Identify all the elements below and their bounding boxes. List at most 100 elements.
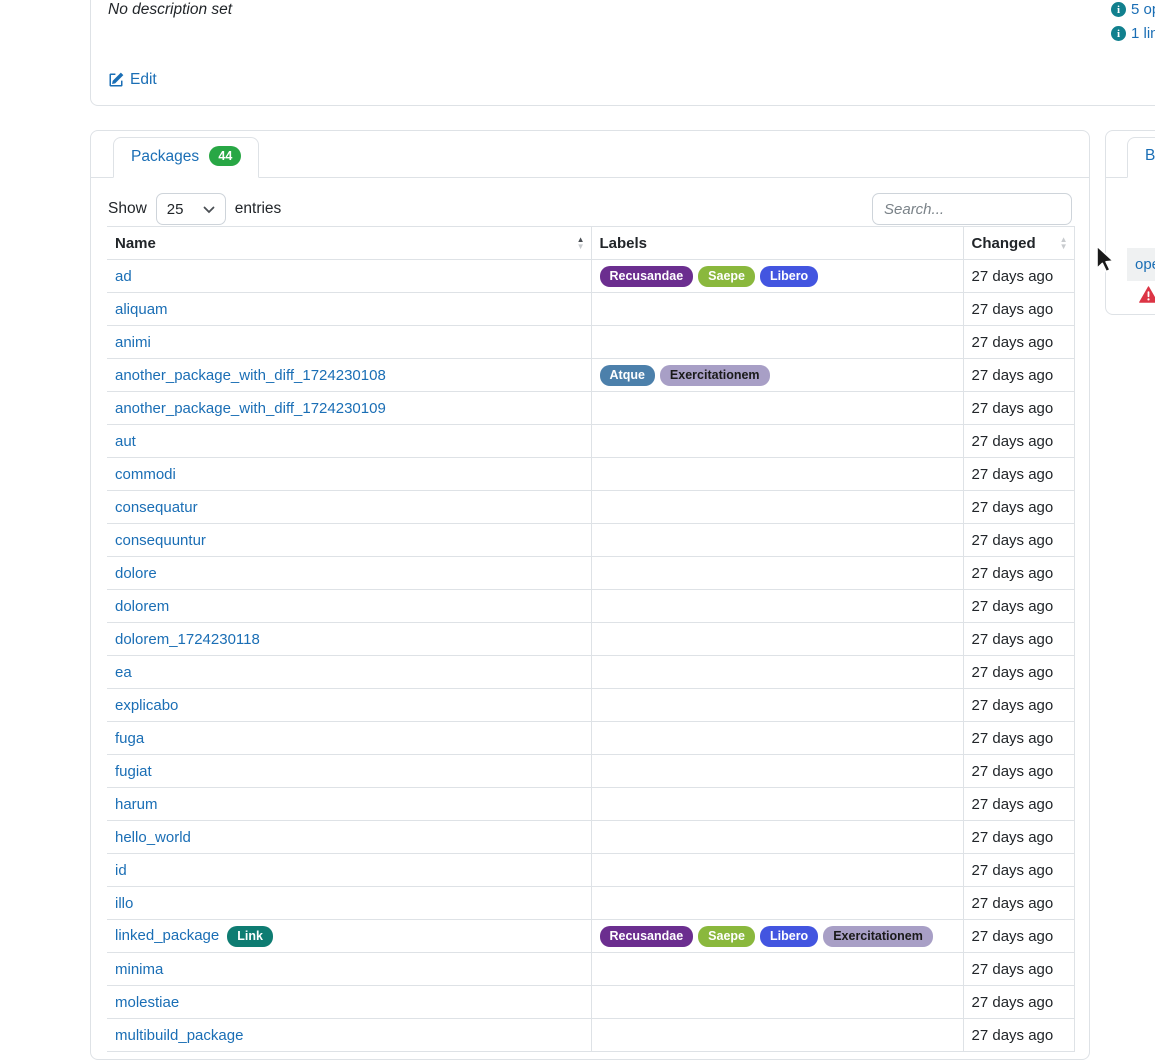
name-cell: linked_package Link	[107, 920, 591, 953]
changed-cell: 27 days ago	[963, 524, 1074, 557]
package-link[interactable]: minima	[115, 961, 163, 978]
entries-label: entries	[235, 200, 282, 218]
column-header-name[interactable]: Name ▲▼	[107, 227, 591, 260]
chevron-down-icon	[203, 201, 215, 218]
name-cell: molestiae	[107, 986, 591, 1019]
label-badge: Saepe	[698, 266, 755, 287]
changed-cell: 27 days ago	[963, 293, 1074, 326]
table-row: another_package_with_diff_1724230108 Atq…	[107, 359, 1074, 392]
label-badge: Saepe	[698, 926, 755, 947]
labels-cell	[591, 986, 963, 1019]
package-link[interactable]: fuga	[115, 730, 144, 747]
name-cell: ea	[107, 656, 591, 689]
changed-cell: 27 days ago	[963, 260, 1074, 293]
edit-link[interactable]: Edit	[108, 71, 157, 89]
changed-cell: 27 days ago	[963, 392, 1074, 425]
table-row: id 27 days ago	[107, 854, 1074, 887]
package-link[interactable]: harum	[115, 796, 158, 813]
name-cell: animi	[107, 326, 591, 359]
package-link[interactable]: linked_package	[115, 927, 219, 944]
package-link[interactable]: explicabo	[115, 697, 178, 714]
info-circle-icon: i	[1111, 26, 1126, 41]
package-link[interactable]: id	[115, 862, 127, 879]
tab-build-results-label: Bu	[1145, 147, 1155, 164]
tab-build-results[interactable]: Bu	[1127, 137, 1155, 178]
package-link[interactable]: commodi	[115, 466, 176, 483]
packages-tabs-row: Packages 44	[91, 137, 1089, 178]
table-length-controls: Show 25 entries	[108, 193, 281, 225]
name-cell: minima	[107, 953, 591, 986]
package-link[interactable]: hello_world	[115, 829, 191, 846]
package-link[interactable]: aliquam	[115, 301, 168, 318]
labels-cell	[591, 788, 963, 821]
label-badge: Exercitationem	[660, 365, 770, 386]
label-badge: Atque	[600, 365, 655, 386]
label-badge: Libero	[760, 926, 818, 947]
column-header-changed[interactable]: Changed ▲▼	[963, 227, 1074, 260]
labels-cell	[591, 326, 963, 359]
name-cell: hello_world	[107, 821, 591, 854]
table-row: dolorem 27 days ago	[107, 590, 1074, 623]
labels-cell	[591, 755, 963, 788]
labels-cell: RecusandaeSaepeLiberoExercitationem	[591, 920, 963, 953]
package-link[interactable]: another_package_with_diff_1724230108	[115, 367, 386, 384]
package-link[interactable]: consequuntur	[115, 532, 206, 549]
package-link[interactable]: ad	[115, 268, 132, 285]
column-header-changed-label: Changed	[972, 235, 1036, 252]
changed-cell: 27 days ago	[963, 623, 1074, 656]
repository-link[interactable]: ope	[1135, 256, 1155, 273]
table-row: linked_package Link RecusandaeSaepeLibero…	[107, 920, 1074, 953]
table-row: commodi 27 days ago	[107, 458, 1074, 491]
labels-cell	[591, 623, 963, 656]
name-cell: illo	[107, 887, 591, 920]
labels-cell	[591, 722, 963, 755]
changed-cell: 27 days ago	[963, 854, 1074, 887]
name-cell: ad	[107, 260, 591, 293]
table-row: fugiat 27 days ago	[107, 755, 1074, 788]
package-link[interactable]: consequatur	[115, 499, 198, 516]
warning-triangle-icon[interactable]	[1139, 286, 1155, 303]
changed-cell: 27 days ago	[963, 326, 1074, 359]
open-requests-link[interactable]: 5 op	[1131, 1, 1155, 18]
edit-link-label: Edit	[130, 71, 157, 89]
package-link[interactable]: molestiae	[115, 994, 179, 1011]
changed-cell: 27 days ago	[963, 986, 1074, 1019]
labels-cell: RecusandaeSaepeLibero	[591, 260, 963, 293]
open-requests-line: i 5 op	[1111, 1, 1155, 18]
build-tabs-row: Bu	[1106, 137, 1155, 178]
info-circle-icon: i	[1111, 2, 1126, 17]
labels-cell	[591, 953, 963, 986]
packages-count-badge: 44	[209, 146, 241, 166]
package-link[interactable]: dolorem_1724230118	[115, 631, 260, 648]
changed-cell: 27 days ago	[963, 689, 1074, 722]
package-link[interactable]: multibuild_package	[115, 1027, 243, 1044]
link-badge: Link	[227, 926, 273, 947]
label-badge: Recusandae	[600, 266, 694, 287]
package-link[interactable]: illo	[115, 895, 133, 912]
package-link[interactable]: ea	[115, 664, 132, 681]
page-size-select[interactable]: 25	[156, 193, 226, 225]
mouse-cursor	[1096, 245, 1118, 279]
package-link[interactable]: animi	[115, 334, 151, 351]
project-description-card: No description set Edit	[90, 0, 1155, 106]
package-link[interactable]: fugiat	[115, 763, 152, 780]
name-cell: dolorem	[107, 590, 591, 623]
labels-cell	[591, 425, 963, 458]
name-cell: another_package_with_diff_1724230109	[107, 392, 591, 425]
package-link[interactable]: another_package_with_diff_1724230109	[115, 400, 386, 417]
name-cell: multibuild_package	[107, 1019, 591, 1052]
package-link[interactable]: aut	[115, 433, 136, 450]
labels-cell	[591, 458, 963, 491]
table-row: dolore 27 days ago	[107, 557, 1074, 590]
labels-cell	[591, 293, 963, 326]
name-cell: fuga	[107, 722, 591, 755]
linked-projects-link[interactable]: 1 lin	[1131, 25, 1155, 42]
changed-cell: 27 days ago	[963, 788, 1074, 821]
labels-cell	[591, 491, 963, 524]
search-input[interactable]	[872, 193, 1072, 225]
package-link[interactable]: dolore	[115, 565, 157, 582]
table-row: explicabo 27 days ago	[107, 689, 1074, 722]
package-link[interactable]: dolorem	[115, 598, 169, 615]
tab-packages[interactable]: Packages 44	[113, 137, 259, 178]
packages-table: Name ▲▼ Labels Changed ▲▼ ad RecusandaeS…	[107, 226, 1075, 1052]
